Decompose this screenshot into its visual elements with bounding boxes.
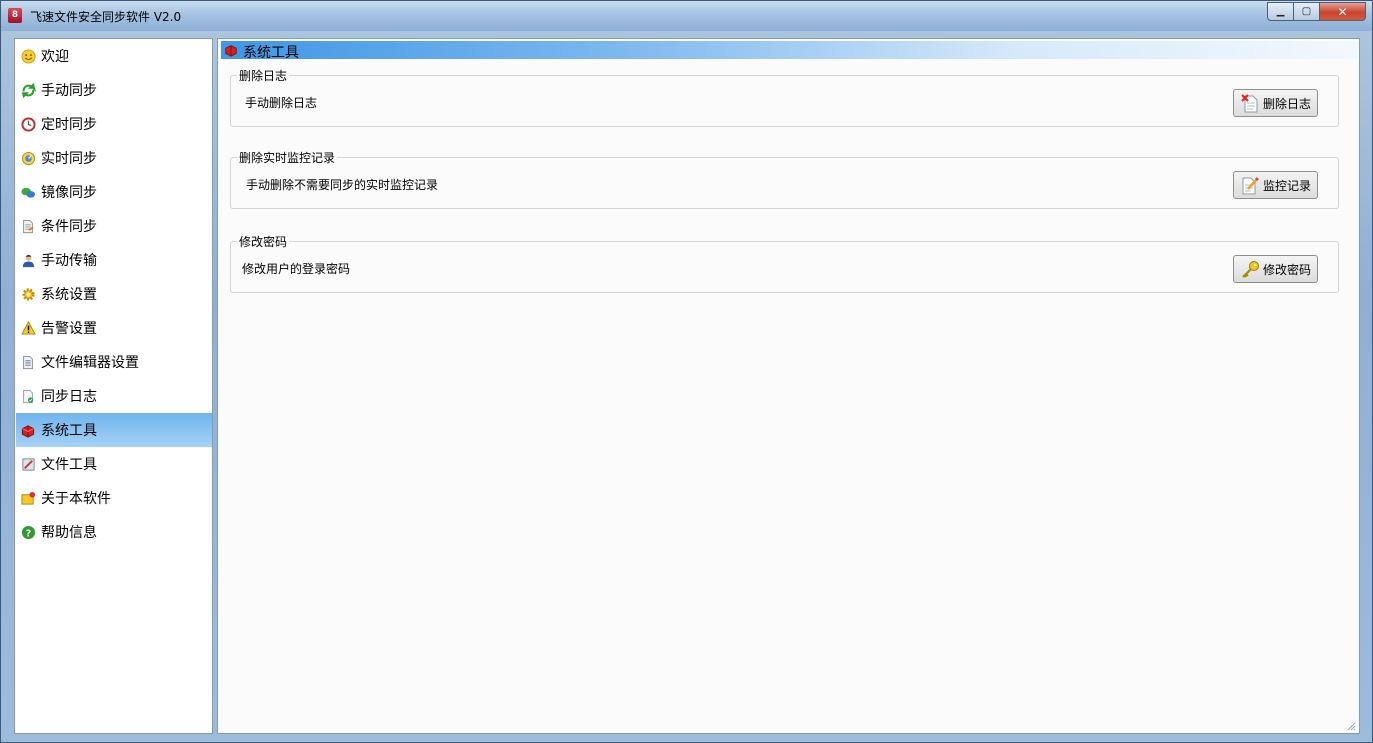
sidebar-item-condition-sync[interactable]: 条件同步	[16, 209, 212, 243]
sidebar-item-about[interactable]: 关于本软件	[16, 481, 212, 515]
sidebar-item-file-tools[interactable]: 文件工具	[16, 447, 212, 481]
delete-document-icon	[1240, 93, 1260, 113]
sidebar-item-label: 条件同步	[41, 219, 97, 235]
app-window: 8 飞速文件安全同步软件 V2.0 ▁ ▢ ✕ 欢迎 手动同步 定时同步 实时同…	[0, 0, 1373, 743]
window-title: 飞速文件安全同步软件 V2.0	[30, 10, 182, 24]
button-label: 删除日志	[1263, 96, 1312, 111]
sidebar-item-manual-sync[interactable]: 手动同步	[16, 73, 212, 107]
condition-doc-icon	[20, 218, 36, 234]
file-tool-icon	[20, 456, 36, 472]
minimize-icon: ▁	[1276, 6, 1285, 17]
help-icon: ?	[20, 524, 36, 540]
key-icon	[1240, 259, 1260, 279]
delete-log-button[interactable]: 删除日志	[1233, 89, 1318, 117]
title-bar[interactable]: 8 飞速文件安全同步软件 V2.0 ▁ ▢ ✕	[1, 1, 1372, 31]
toolbox-icon	[20, 422, 36, 438]
maximize-icon: ▢	[1301, 6, 1312, 17]
sidebar-item-welcome[interactable]: 欢迎	[16, 39, 212, 73]
user-transfer-icon	[20, 252, 36, 268]
window-controls: ▁ ▢ ✕	[1267, 2, 1366, 21]
group-description: 手动删除日志	[245, 96, 318, 110]
sidebar-item-label: 欢迎	[41, 49, 69, 65]
change-password-button[interactable]: 修改密码	[1233, 255, 1318, 283]
sidebar-item-realtime-sync[interactable]: 实时同步	[16, 141, 212, 175]
sidebar-item-system-tools[interactable]: 系统工具	[16, 413, 212, 447]
log-doc-icon	[20, 388, 36, 404]
sidebar-nav: 欢迎 手动同步 定时同步 实时同步 镜像同步 条件同步 手动传输 系统设置 告警…	[14, 38, 213, 734]
sidebar-item-label: 定时同步	[41, 117, 97, 133]
maximize-button[interactable]: ▢	[1294, 2, 1320, 21]
sidebar-item-sync-log[interactable]: 同步日志	[16, 379, 212, 413]
close-button[interactable]: ✕	[1320, 2, 1366, 21]
minimize-button[interactable]: ▁	[1267, 2, 1294, 21]
gear-icon	[20, 286, 36, 302]
sidebar-item-manual-transfer[interactable]: 手动传输	[16, 243, 212, 277]
sidebar-item-label: 文件编辑器设置	[41, 355, 139, 371]
group-delete-log: 删除日志 手动删除日志 删除日志	[230, 67, 1339, 127]
realtime-gauge-icon	[20, 150, 36, 166]
sidebar-item-label: 告警设置	[41, 321, 97, 337]
main-panel: 系统工具 删除日志 手动删除日志 删除日志 删除实时监控记录 手动删除不需要同步…	[217, 38, 1360, 734]
sidebar-item-label: 帮助信息	[41, 525, 97, 541]
app-logo-icon: 8	[8, 8, 22, 23]
monitor-records-button[interactable]: 监控记录	[1233, 171, 1318, 199]
group-description: 手动删除不需要同步的实时监控记录	[246, 178, 439, 192]
mirror-icon	[20, 184, 36, 200]
smiley-icon	[20, 48, 36, 64]
sidebar-item-help[interactable]: ? 帮助信息	[16, 515, 212, 549]
svg-text:?: ?	[25, 528, 30, 539]
edit-document-icon	[1240, 175, 1260, 195]
group-change-password: 修改密码 修改用户的登录密码 修改密码	[230, 233, 1339, 293]
sidebar-item-alarm-settings[interactable]: 告警设置	[16, 311, 212, 345]
group-legend: 删除日志	[237, 67, 290, 84]
page-title: 系统工具	[243, 45, 299, 61]
sidebar-item-label: 系统设置	[41, 287, 97, 303]
sidebar-item-file-editor-settings[interactable]: 文件编辑器设置	[16, 345, 212, 379]
sidebar-item-label: 同步日志	[41, 389, 97, 405]
sidebar-item-label: 关于本软件	[41, 491, 111, 507]
resize-grip[interactable]	[1346, 720, 1356, 731]
about-icon	[20, 490, 36, 506]
sidebar-item-label: 镜像同步	[41, 185, 97, 201]
sidebar-item-scheduled-sync[interactable]: 定时同步	[16, 107, 212, 141]
warning-icon	[20, 320, 36, 336]
file-editor-icon	[20, 354, 36, 370]
sidebar-item-label: 系统工具	[41, 423, 97, 439]
toolbox-icon	[224, 43, 238, 57]
section-header: 系统工具	[221, 41, 1358, 61]
group-legend: 删除实时监控记录	[237, 149, 338, 166]
button-label: 监控记录	[1263, 178, 1312, 193]
group-delete-monitor-records: 删除实时监控记录 手动删除不需要同步的实时监控记录 监控记录	[230, 149, 1339, 209]
sidebar-item-mirror-sync[interactable]: 镜像同步	[16, 175, 212, 209]
close-icon: ✕	[1337, 4, 1348, 19]
sidebar-item-label: 文件工具	[41, 457, 97, 473]
group-description: 修改用户的登录密码	[242, 262, 351, 276]
button-label: 修改密码	[1263, 262, 1312, 277]
sidebar-item-system-settings[interactable]: 系统设置	[16, 277, 212, 311]
sidebar-item-label: 手动同步	[41, 83, 97, 99]
sidebar-item-label: 实时同步	[41, 151, 97, 167]
group-legend: 修改密码	[237, 233, 290, 250]
sync-arrows-icon	[20, 82, 36, 98]
clock-icon	[20, 116, 36, 132]
sidebar-item-label: 手动传输	[41, 253, 97, 269]
